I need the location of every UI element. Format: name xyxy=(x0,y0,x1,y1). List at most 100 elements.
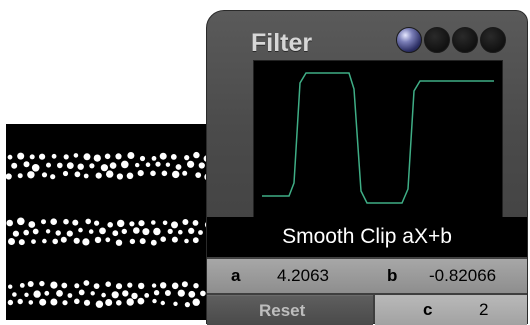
dot xyxy=(78,289,85,296)
indicator-light-off-icon[interactable] xyxy=(480,27,506,53)
dot xyxy=(164,290,171,296)
dot xyxy=(106,170,114,178)
dot xyxy=(170,154,177,160)
dot xyxy=(182,219,189,225)
dot xyxy=(151,156,157,161)
dot xyxy=(116,300,122,306)
indicator-light-off-icon[interactable] xyxy=(424,27,450,53)
filter-panel: Filter Smooth Clip aX+b a 4.2063 b -0.82… xyxy=(206,10,528,325)
dot xyxy=(18,239,25,246)
dot xyxy=(93,154,101,162)
dot xyxy=(121,160,129,169)
panel-title: Filter xyxy=(251,29,313,57)
dot xyxy=(66,230,73,237)
dot xyxy=(46,162,51,168)
dot xyxy=(131,292,138,300)
dot xyxy=(7,154,13,160)
dot xyxy=(159,152,167,160)
dot xyxy=(41,219,46,225)
dot xyxy=(173,301,178,306)
dot xyxy=(139,238,146,245)
dot xyxy=(105,299,113,306)
param-b-label: b xyxy=(387,266,398,285)
param-a-value[interactable]: 4.2063 xyxy=(277,266,329,286)
dot xyxy=(184,238,189,244)
dot xyxy=(51,153,57,159)
dot xyxy=(198,162,205,169)
dot xyxy=(188,227,195,234)
dot xyxy=(17,173,23,179)
dot xyxy=(23,229,30,236)
dot xyxy=(161,170,168,177)
bottom-row: Reset c 2 xyxy=(207,295,527,325)
dot xyxy=(152,298,157,304)
dot xyxy=(85,218,91,225)
dot xyxy=(153,227,161,236)
dot xyxy=(28,300,34,305)
dot xyxy=(184,302,190,308)
dot xyxy=(52,238,58,245)
dot xyxy=(171,236,178,243)
dot xyxy=(153,290,160,296)
dot xyxy=(39,153,46,160)
dot xyxy=(55,230,61,236)
function-name[interactable]: Smooth Clip aX+b xyxy=(207,217,527,257)
indicator-lights xyxy=(396,27,506,53)
dot xyxy=(109,162,117,169)
dot xyxy=(7,299,14,306)
param-c-value[interactable]: 2 xyxy=(479,300,488,320)
dot xyxy=(121,228,128,235)
reset-button[interactable]: Reset xyxy=(207,295,373,325)
dot xyxy=(193,283,199,289)
dot xyxy=(192,298,200,306)
dot xyxy=(74,171,81,178)
dot xyxy=(50,218,57,225)
dot xyxy=(137,170,144,177)
indicator-light-off-icon[interactable] xyxy=(452,27,478,53)
dot xyxy=(28,221,36,228)
dot xyxy=(17,152,25,160)
dot xyxy=(181,281,188,288)
dot xyxy=(32,228,39,235)
dot xyxy=(151,283,157,288)
dot xyxy=(165,162,171,167)
dot xyxy=(126,298,134,306)
dot xyxy=(78,227,83,233)
preview-image xyxy=(6,124,212,320)
dot xyxy=(115,153,122,160)
dot xyxy=(137,297,145,305)
dot xyxy=(12,230,19,237)
dot xyxy=(63,218,69,225)
dot xyxy=(138,220,145,227)
dot xyxy=(90,291,95,296)
dot xyxy=(122,290,129,297)
dot xyxy=(101,292,106,298)
dot xyxy=(73,153,79,158)
dot xyxy=(155,161,161,167)
dot xyxy=(116,173,123,180)
dot xyxy=(182,170,188,176)
dot xyxy=(105,281,111,287)
dot xyxy=(50,174,56,180)
dot xyxy=(188,290,196,298)
dot xyxy=(39,298,47,306)
dot xyxy=(83,173,89,179)
dot xyxy=(167,228,173,234)
dot xyxy=(198,230,203,235)
dot xyxy=(74,283,80,289)
indicator-light-on-icon[interactable] xyxy=(396,27,422,53)
dot xyxy=(17,298,23,305)
dot xyxy=(187,160,195,168)
dot xyxy=(160,300,165,306)
dot xyxy=(82,238,90,246)
param-b-value[interactable]: -0.82066 xyxy=(429,266,496,286)
dot xyxy=(83,153,91,161)
dot xyxy=(73,237,80,244)
dot xyxy=(138,282,145,290)
dot xyxy=(95,172,102,179)
param-a-label: a xyxy=(231,266,241,285)
dot xyxy=(11,162,18,169)
dot xyxy=(6,219,13,227)
param-c-label: c xyxy=(423,300,433,319)
dot xyxy=(27,171,35,179)
